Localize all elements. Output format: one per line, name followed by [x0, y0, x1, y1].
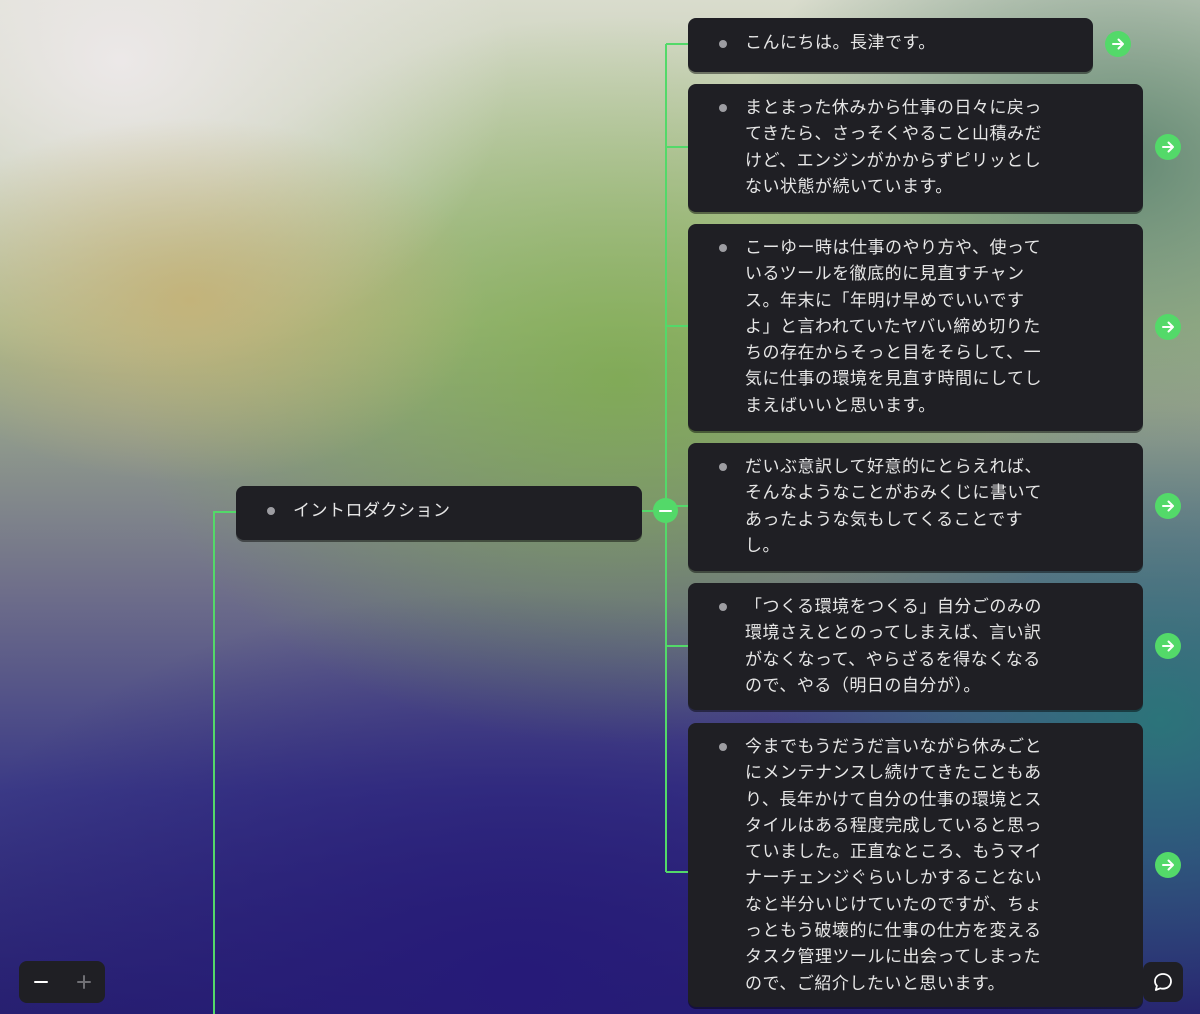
- child-node-1[interactable]: こんにちは。長津です。: [688, 18, 1093, 72]
- bullet-icon: [719, 104, 727, 112]
- bullet-icon: [719, 40, 727, 48]
- zoom-out-button[interactable]: [19, 961, 62, 1003]
- bullet-icon: [267, 507, 275, 515]
- child-node-5[interactable]: 「つくる環境をつくる」自分ごのみの環境さえととのってしまえば、言い訳がなくなって…: [688, 583, 1143, 710]
- bullet-icon: [719, 743, 727, 751]
- open-node-button[interactable]: [1155, 852, 1181, 878]
- zoom-controls: [19, 961, 105, 1003]
- root-node-label: イントロダクション: [293, 501, 451, 521]
- bullet-icon: [719, 603, 727, 611]
- child-node-4[interactable]: だいぶ意訳して好意的にとらえれば、そんなようなことがおみくじに書いてあったような…: [688, 443, 1143, 571]
- root-node-introduction[interactable]: イントロダクション: [236, 486, 642, 540]
- child-node-text: だいぶ意訳して好意的にとらえれば、そんなようなことがおみくじに書いてあったような…: [745, 457, 1042, 556]
- child-node-text: こんにちは。長津です。: [745, 33, 936, 53]
- plus-icon: [76, 975, 91, 989]
- open-node-button[interactable]: [1155, 134, 1181, 160]
- child-node-6[interactable]: 今までもうだうだ言いながら休みごとにメンテナンスし続けてきたこともあり、長年かけ…: [688, 723, 1143, 1007]
- arrow-right-icon: [1162, 141, 1174, 153]
- bullet-icon: [719, 244, 727, 252]
- collapse-button[interactable]: [653, 498, 678, 523]
- open-node-button[interactable]: [1155, 633, 1181, 659]
- child-node-2[interactable]: まとまった休みから仕事の日々に戻ってきたら、さっそくやること山積みだけど、エンジ…: [688, 84, 1143, 212]
- arrow-right-icon: [1162, 640, 1174, 652]
- child-node-text: 「つくる環境をつくる」自分ごのみの環境さえととのってしまえば、言い訳がなくなって…: [745, 597, 1042, 696]
- arrow-right-icon: [1112, 38, 1124, 50]
- chat-bubble-icon: [1154, 973, 1172, 991]
- minus-icon: [33, 981, 48, 983]
- open-node-button[interactable]: [1155, 314, 1181, 340]
- child-node-text: こーゆー時は仕事のやり方や、使っているツールを徹底的に見直すチャンス。年末に「年…: [745, 238, 1042, 416]
- bullet-icon: [719, 463, 727, 471]
- arrow-right-icon: [1162, 321, 1174, 333]
- minus-icon: [659, 509, 672, 512]
- arrow-right-icon: [1162, 500, 1174, 512]
- child-node-text: まとまった休みから仕事の日々に戻ってきたら、さっそくやること山積みだけど、エンジ…: [745, 98, 1042, 197]
- child-node-3[interactable]: こーゆー時は仕事のやり方や、使っているツールを徹底的に見直すチャンス。年末に「年…: [688, 224, 1143, 431]
- child-node-text: 今までもうだうだ言いながら休みごとにメンテナンスし続けてきたこともあり、長年かけ…: [745, 737, 1043, 994]
- arrow-right-icon: [1162, 859, 1174, 871]
- open-node-button[interactable]: [1105, 31, 1131, 57]
- open-node-button[interactable]: [1155, 493, 1181, 519]
- chat-button[interactable]: [1143, 962, 1183, 1002]
- zoom-in-button[interactable]: [62, 961, 105, 1003]
